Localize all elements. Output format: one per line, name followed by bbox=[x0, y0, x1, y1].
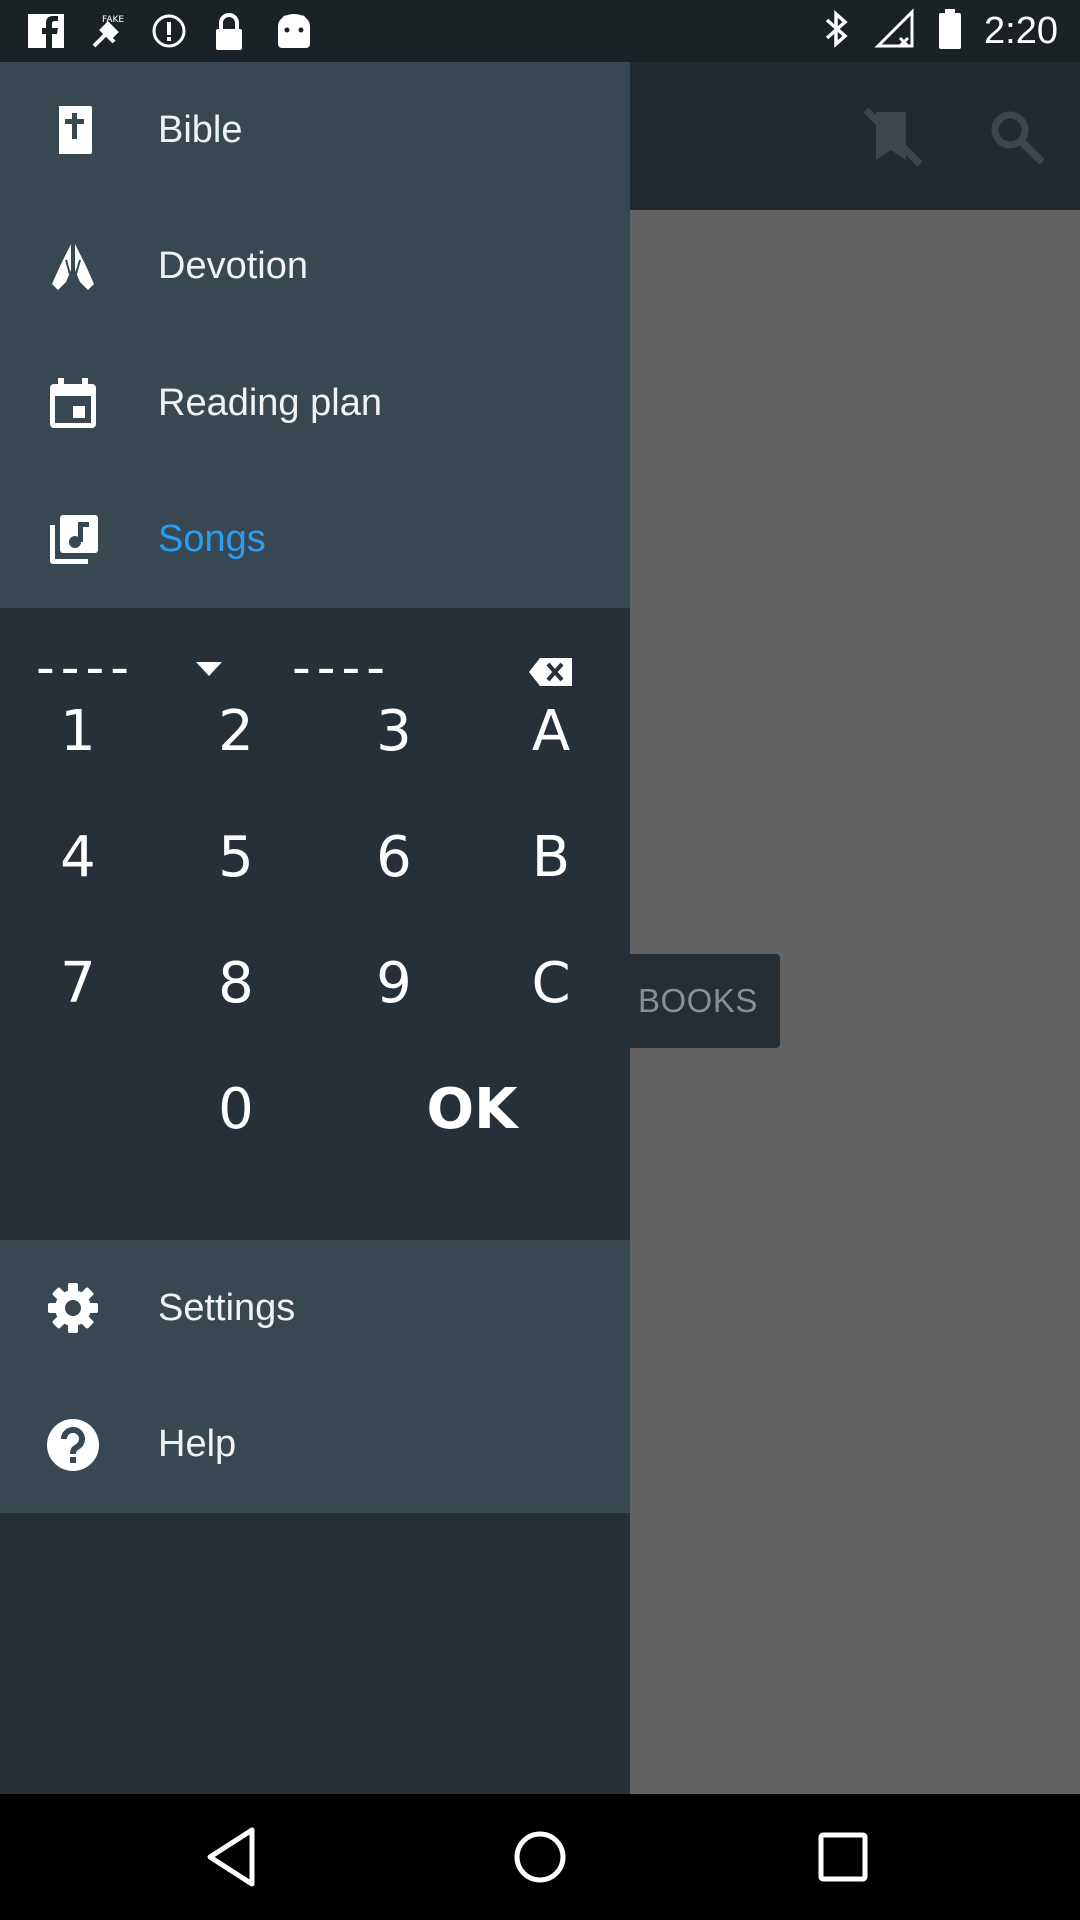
drawer-item-songs[interactable]: Songs bbox=[0, 472, 630, 609]
key-3[interactable]: 3 bbox=[334, 682, 454, 782]
recents-icon[interactable] bbox=[808, 1822, 878, 1892]
home-icon[interactable] bbox=[505, 1822, 575, 1892]
satellite-fake-gps-icon: FAKE bbox=[88, 12, 128, 50]
gear-icon bbox=[46, 1281, 100, 1335]
drawer-item-label: Bible bbox=[158, 108, 243, 151]
drawer-item-label: Reading plan bbox=[158, 381, 382, 424]
drawer-item-bible[interactable]: Bible bbox=[0, 62, 630, 199]
drawer-item-label: Devotion bbox=[158, 245, 308, 288]
drawer-item-label: Settings bbox=[158, 1286, 296, 1329]
drawer-item-devotion[interactable]: Devotion bbox=[0, 199, 630, 336]
key-0[interactable]: 0 bbox=[176, 1060, 296, 1160]
facebook-icon bbox=[26, 12, 66, 50]
praying-hands-icon bbox=[46, 240, 100, 294]
no-signal-icon bbox=[874, 8, 916, 55]
key-2[interactable]: 2 bbox=[176, 682, 296, 782]
calendar-icon bbox=[46, 376, 100, 430]
search-icon[interactable] bbox=[982, 102, 1052, 172]
help-circle-icon bbox=[46, 1418, 100, 1472]
key-7[interactable]: 7 bbox=[18, 934, 138, 1034]
bluetooth-icon bbox=[822, 8, 852, 55]
key-8[interactable]: 8 bbox=[176, 934, 296, 1034]
key-1[interactable]: 1 bbox=[18, 682, 138, 782]
drawer-item-label: Songs bbox=[158, 518, 266, 561]
system-nav-bar bbox=[0, 1794, 1080, 1920]
drawer-top-menu: Bible Devotion Reading plan Songs bbox=[0, 62, 630, 608]
drawer-item-help[interactable]: Help bbox=[0, 1377, 630, 1514]
key-5[interactable]: 5 bbox=[176, 808, 296, 908]
drawer-bottom-menu: Settings Help bbox=[0, 1240, 630, 1513]
lock-icon bbox=[212, 12, 252, 50]
info-circle-icon bbox=[150, 12, 190, 50]
key-a[interactable]: A bbox=[491, 682, 611, 782]
no-bookmark-icon[interactable] bbox=[858, 102, 928, 172]
key-4[interactable]: 4 bbox=[18, 808, 138, 908]
back-icon[interactable] bbox=[200, 1822, 270, 1892]
navigation-drawer: Bible Devotion Reading plan Songs ---- -… bbox=[0, 62, 630, 1794]
android-robot-icon bbox=[274, 12, 314, 50]
drawer-item-settings[interactable]: Settings bbox=[0, 1240, 630, 1377]
bible-icon bbox=[46, 103, 100, 157]
clock: 2:20 bbox=[984, 10, 1058, 52]
svg-text:FAKE: FAKE bbox=[102, 15, 124, 25]
music-library-icon bbox=[46, 513, 100, 567]
ok-button[interactable]: OK bbox=[392, 1060, 552, 1160]
book-chapter-keypad: ---- ---- 1 2 3 A 4 5 6 B 7 8 9 C 0 OK bbox=[0, 608, 630, 1240]
key-c[interactable]: C bbox=[491, 934, 611, 1034]
key-6[interactable]: 6 bbox=[334, 808, 454, 908]
key-9[interactable]: 9 bbox=[334, 934, 454, 1034]
chevron-down-icon[interactable] bbox=[194, 660, 224, 683]
status-bar: FAKE 2:20 bbox=[0, 0, 1080, 62]
drawer-item-label: Help bbox=[158, 1423, 237, 1466]
drawer-item-reading-plan[interactable]: Reading plan bbox=[0, 335, 630, 472]
key-b[interactable]: B bbox=[491, 808, 611, 908]
battery-icon bbox=[938, 8, 962, 55]
